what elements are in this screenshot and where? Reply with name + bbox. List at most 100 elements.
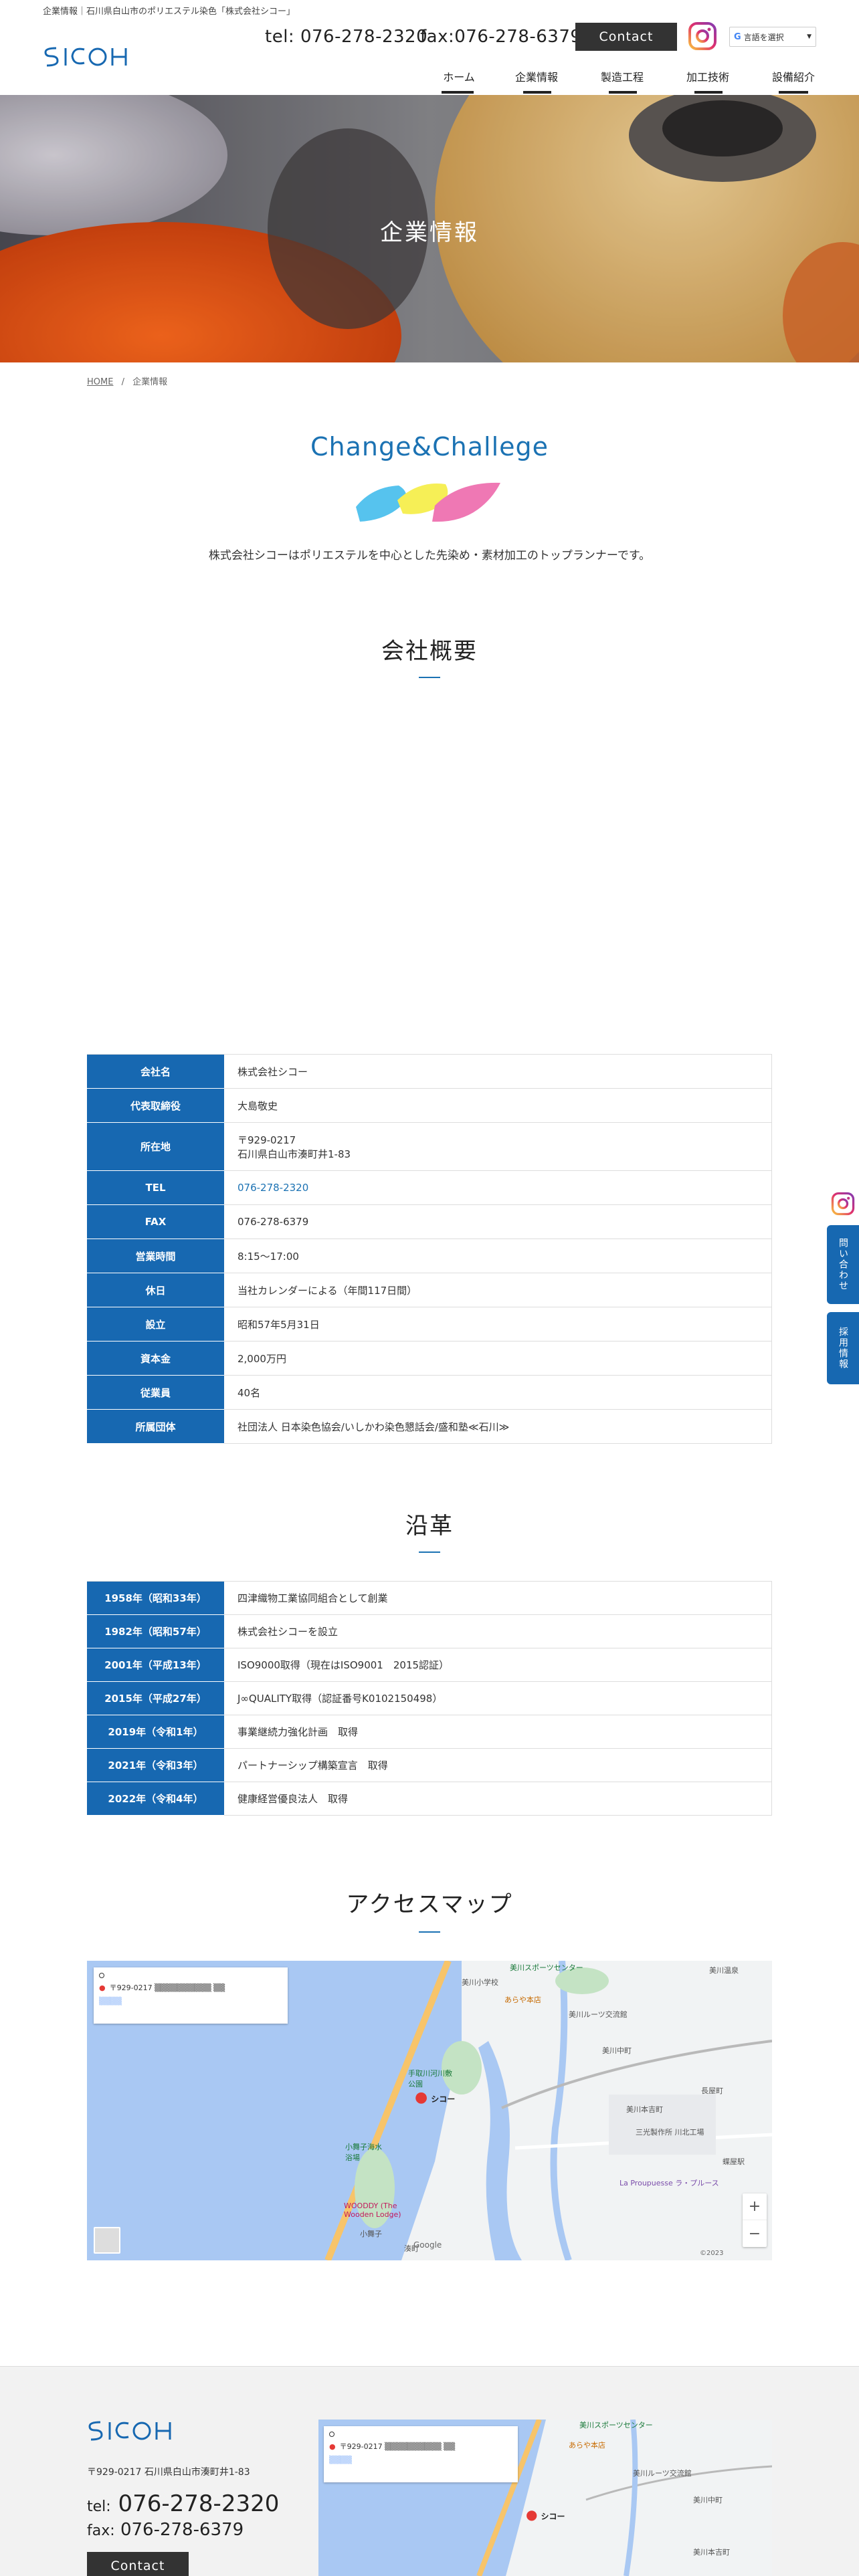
nav-technology[interactable]: 加工技術 [684,68,732,84]
language-select[interactable]: G 言語を選択 ▼ [729,27,816,47]
footer-logo[interactable] [87,2418,174,2445]
row-label: 従業員 [87,1375,224,1410]
map-label: WOODDY (The Wooden Lodge) [344,2202,401,2219]
row-value: 〒929-0217 石川県白山市湊町井1-83 [224,1122,772,1171]
footer-fax-number: 076-278-6379 [120,2520,244,2540]
table-row: 営業時間 8:15〜17:00 [87,1239,772,1273]
row-label: TEL [87,1170,224,1205]
table-row: 2019年（令和1年） 事業継続力強化計画 取得 [87,1715,772,1749]
map-location-dot-icon [329,2432,335,2437]
google-logo: Google [413,2240,442,2250]
map-label: 美川ルーツ交流館 [569,2010,628,2019]
footer-tel[interactable]: tel: 076-278-2320 [87,2490,279,2517]
history-heading: 沿革 [405,1513,454,1539]
year-label: 2021年（令和3年） [87,1748,224,1782]
tel-link[interactable]: 076-278-2320 [224,1170,772,1205]
map-label: 三光製作所 川北工場 [636,2128,704,2137]
zoom-control: + − [743,2193,767,2247]
table-row: 会社名 株式会社シコー [87,1054,772,1089]
catch-copy: Change&Challege [310,432,549,461]
footer-tel-prefix: tel: [87,2498,111,2515]
breadcrumb: HOME / 企業情報 [87,374,167,387]
brush-stroke-graphic [352,473,506,532]
table-row: 設立 昭和57年5月31日 [87,1307,772,1341]
map-pin-icon: ● [329,2442,336,2451]
row-label: 会社名 [87,1054,224,1089]
table-row: 2001年（平成13年） ISO9000取得（現在はISO9001 2015認証） [87,1648,772,1682]
map-label: 手取川河川敷 公園 [408,2069,452,2088]
map-label: 美川ルーツ交流館 [633,2469,692,2478]
map-location-dot-icon [99,1973,104,1978]
map-info-card: ● 〒929-0217 ▒▒▒▒▒▒▒▒▒▒ ▒▒ ▒▒▒▒ [94,1967,288,2024]
header-tel[interactable]: tel: 076-278-2320 [265,27,427,47]
overview-underline [419,677,440,678]
page-caption: 企業情報｜石川県白山市のポリエステル染色「株式会社シコー」 [43,7,296,17]
company-overview-table: 会社名 株式会社シコー 代表取締役 大島敬史 所在地 〒929-0217 石川県白山市湊… [87,1054,772,1444]
map-label: 小舞子 [360,2230,382,2238]
language-label: 言語を選択 [743,32,784,42]
footer-contact-button[interactable]: Contact [87,2552,189,2576]
map-marker[interactable]: ● シコー [415,2089,455,2106]
year-label: 2022年（令和4年） [87,1782,224,1816]
year-label: 1982年（昭和57年） [87,1614,224,1648]
row-label: 所在地 [87,1122,224,1171]
row-value: 大島敬史 [224,1088,772,1123]
map-label: 美川中町 [693,2496,723,2504]
overview-heading: 会社概要 [381,638,478,665]
nav-equipment[interactable]: 設備紹介 [769,68,818,84]
nav-equipment-underline [779,91,808,94]
map-label: 長屋町 [701,2086,723,2095]
year-label: 1958年（昭和33年） [87,1581,224,1615]
zoom-out-button[interactable]: − [743,2220,767,2247]
event-text: 事業継続力強化計画 取得 [224,1715,772,1749]
google-map[interactable]: ● 〒929-0217 ▒▒▒▒▒▒▒▒▒▒ ▒▒ ▒▒▒▒ ● シコー 美川ス… [87,1961,772,2260]
row-label: 所属団体 [87,1409,224,1444]
nav-home[interactable]: ホーム [440,68,478,84]
nav-process-underline [609,91,637,94]
map-label: 蝶屋駅 [723,2157,745,2166]
footer-google-map[interactable]: ● 〒929-0217 ▒▒▒▒▒▒▒▒▒▒ ▒▒ ▒▒▒▒ ● シコー 美川ス… [318,2420,772,2576]
row-value: 社団法人 日本染色協会/いしかわ染色懇話会/盛和塾≪石川≫ [224,1409,772,1444]
site-logo[interactable] [43,44,130,71]
table-row: 資本金 2,000万円 [87,1341,772,1376]
table-row: FAX 076-278-6379 [87,1204,772,1239]
map-card-link[interactable]: ▒▒▒▒ [329,2456,512,2464]
side-recruit-tab[interactable]: 採用情報 [827,1312,859,1384]
event-text: パートナーシップ構築宣言 取得 [224,1748,772,1782]
year-label: 2015年（平成27年） [87,1681,224,1715]
map-label: あらや本店 [569,2441,605,2450]
footer-address: 〒929-0217 石川県白山市湊町井1-83 [87,2467,250,2478]
table-row: 1958年（昭和33年） 四津織物工業協同組合として創業 [87,1581,772,1615]
history-underline [419,1551,440,1553]
side-inquiry-tab[interactable]: 問い合わせ [827,1225,859,1304]
map-marker-label: シコー [431,2095,456,2104]
address-line: 石川県白山市湊町井1-83 [237,1148,351,1160]
map-label: La Proupuesse ラ・プルース [619,2179,719,2187]
access-heading: アクセスマップ [346,1891,513,1918]
zoom-in-button[interactable]: + [743,2193,767,2220]
map-label: 美川小学校 [462,1978,498,1987]
map-marker-icon: ● [526,2506,538,2523]
page-title: 企業情報 [380,219,479,246]
side-instagram-icon[interactable] [827,1188,859,1220]
street-view-button[interactable] [94,2227,120,2254]
nav-technology-underline [694,91,723,94]
map-label: 美川本吉町 [626,2105,663,2114]
contact-button[interactable]: Contact [575,23,677,51]
breadcrumb-home-link[interactable]: HOME [87,377,113,387]
event-text: J∞QUALITY取得（認証番号K0102150498） [224,1681,772,1715]
table-row: 2015年（平成27年） J∞QUALITY取得（認証番号K0102150498） [87,1681,772,1715]
table-row: TEL 076-278-2320 [87,1170,772,1205]
footer-map-marker[interactable]: ● シコー [526,2506,565,2523]
row-value: 2,000万円 [224,1341,772,1376]
map-label: あらや本店 [504,1996,541,2004]
map-label: 美川温泉 [709,1966,739,1975]
footer-fax: fax: 076-278-6379 [87,2520,244,2540]
nav-process[interactable]: 製造工程 [598,68,646,84]
instagram-icon[interactable] [688,21,717,53]
nav-company[interactable]: 企業情報 [512,68,561,84]
map-card-link[interactable]: ▒▒▒▒ [99,1997,282,2006]
table-row: 2022年（令和4年） 健康経営優良法人 取得 [87,1782,772,1816]
map-label: 美川スポーツセンター [579,2421,653,2430]
map-card-address: 〒929-0217 ▒▒▒▒▒▒▒▒▒▒ ▒▒ [339,2442,456,2451]
